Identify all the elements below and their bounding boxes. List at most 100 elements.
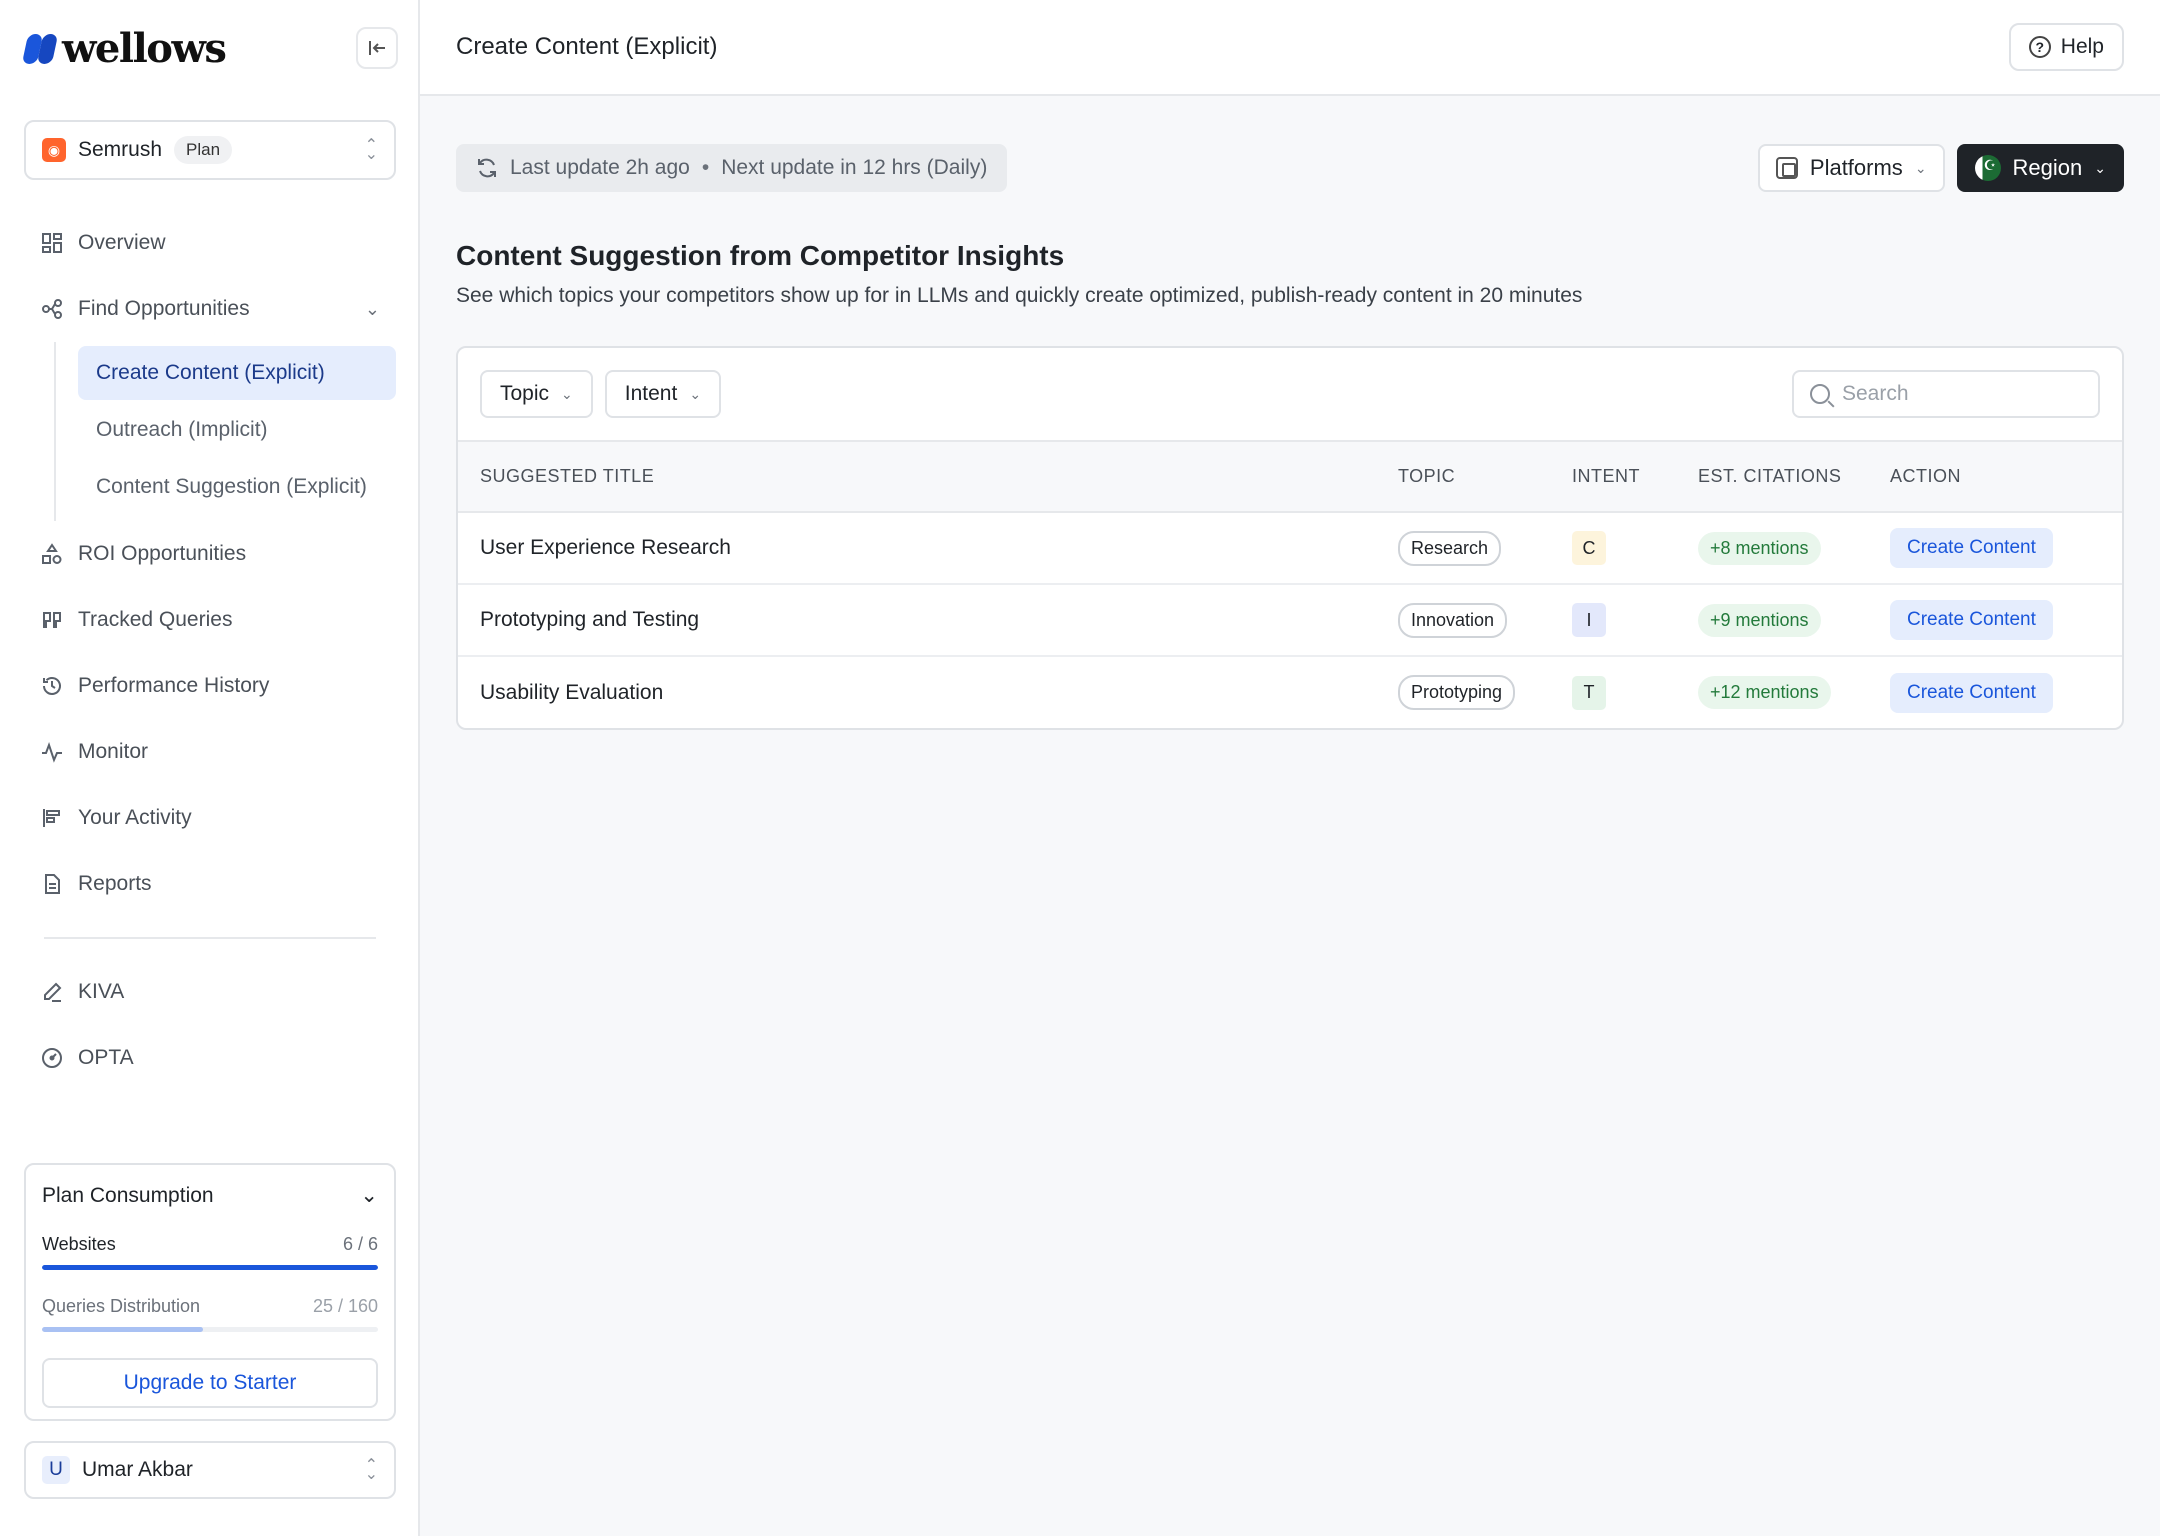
chevron-updown-icon: ⌃ ⌄ [364, 137, 378, 163]
plan-consumption-header[interactable]: Plan Consumption ⌄ [42, 1183, 378, 1208]
sidebar-item-tracked-queries[interactable]: Tracked Queries [24, 587, 396, 653]
sidebar-item-your-activity[interactable]: Your Activity [24, 785, 396, 851]
queries-row: Queries Distribution 25 / 160 [42, 1296, 378, 1317]
upgrade-button[interactable]: Upgrade to Starter [42, 1358, 378, 1408]
sidebar-nav: Overview Find Opportunities ⌄ Create Con… [24, 210, 396, 1091]
search-input[interactable] [1842, 382, 2062, 406]
avatar: U [42, 1456, 70, 1484]
filter-row: Topic ⌄ Intent ⌄ [458, 348, 2122, 442]
sidebar-item-content-suggestion[interactable]: Content Suggestion (Explicit) [78, 460, 396, 514]
row-title: Usability Evaluation [480, 680, 664, 704]
topic-filter-label: Topic [500, 382, 550, 405]
queries-label: Queries Distribution [42, 1296, 201, 1316]
sidebar-item-label: OPTA [78, 1046, 134, 1069]
chevron-down-icon: ⌄ [561, 385, 573, 402]
chevron-down-icon: ⌄ [2094, 159, 2106, 176]
last-update-text: Last update 2h ago [510, 156, 690, 179]
semrush-icon: ◉ [42, 138, 66, 162]
region-dropdown[interactable]: Region ⌄ [1956, 144, 2124, 192]
sidebar-item-overview[interactable]: Overview [24, 210, 396, 276]
sidebar-item-label: Overview [78, 231, 166, 254]
status-separator: • [701, 156, 710, 179]
sidebar-item-reports[interactable]: Reports [24, 851, 396, 917]
create-content-button[interactable]: Create Content [1890, 600, 2053, 640]
intent-tag: T [1572, 675, 1606, 710]
sidebar-item-performance-history[interactable]: Performance History [24, 653, 396, 719]
platforms-dropdown[interactable]: Platforms ⌄ [1757, 144, 1945, 192]
gauge-icon [40, 1046, 64, 1070]
citations-badge: +8 mentions [1698, 531, 1821, 565]
websites-progress-bar [42, 1265, 378, 1270]
suggestions-table: SUGGESTED TITLE TOPIC INTENT EST. CITATI… [458, 442, 2122, 728]
help-circle-icon: ? [2028, 36, 2051, 58]
header-action: ACTION [1890, 442, 2122, 513]
websites-label: Websites [42, 1234, 116, 1254]
header-intent[interactable]: INTENT [1572, 442, 1698, 513]
row-title: Prototyping and Testing [458, 584, 1398, 657]
shapes-icon [40, 542, 64, 566]
help-button[interactable]: ? Help [2008, 23, 2124, 71]
plan-title: Plan Consumption [42, 1183, 214, 1207]
header-topic[interactable]: TOPIC [1398, 442, 1572, 513]
sidebar-item-outreach[interactable]: Outreach (Implicit) [78, 403, 396, 457]
chevron-down-icon: ⌄ [364, 298, 380, 319]
header-suggested-title[interactable]: SUGGESTED TITLE [458, 442, 1398, 513]
pen-icon [40, 980, 64, 1004]
create-content-button[interactable]: Create Content [1890, 672, 2053, 713]
sidebar-item-opta[interactable]: OPTA [24, 1025, 396, 1091]
table-row: User Experience Research Research C +8 m… [458, 512, 2122, 585]
create-content-button[interactable]: Create Content [1890, 528, 2053, 568]
top-controls: Platforms ⌄ Region ⌄ [1757, 144, 2124, 192]
websites-progress-fill [42, 1265, 378, 1270]
activity-pulse-icon [40, 740, 64, 764]
search-icon [1810, 384, 1830, 404]
header-citations[interactable]: EST. CITATIONS [1698, 442, 1890, 513]
intent-filter-label: Intent [624, 382, 678, 405]
sidebar-item-find-opportunities[interactable]: Find Opportunities ⌄ [24, 276, 396, 342]
sidebar-item-label: KIVA [78, 980, 125, 1003]
queries-progress-bar [42, 1327, 378, 1332]
sidebar-item-label: Your Activity [78, 806, 192, 829]
sidebar-divider [44, 937, 376, 939]
sidebar-item-monitor[interactable]: Monitor [24, 719, 396, 785]
platforms-label: Platforms [1809, 155, 1903, 180]
sidebar-item-label: Performance History [78, 674, 270, 697]
websites-row: Websites 6 / 6 [42, 1234, 378, 1255]
queries-progress-fill [42, 1327, 204, 1332]
topic-tag: Research [1398, 530, 1502, 566]
plan-consumption-card: Plan Consumption ⌄ Websites 6 / 6 Querie… [24, 1163, 396, 1421]
topic-tag: Prototyping [1398, 675, 1516, 710]
intent-filter[interactable]: Intent ⌄ [604, 370, 722, 418]
status-row: Last update 2h ago • Next update in 12 h… [456, 144, 2124, 192]
refresh-icon [478, 158, 496, 178]
section-subtitle: See which topics your competitors show u… [456, 284, 1583, 307]
chip-icon [1775, 157, 1798, 179]
region-label: Region [2012, 155, 2083, 180]
topic-tag: Innovation [1398, 602, 1508, 638]
websites-value: 6 / 6 [342, 1234, 378, 1254]
sidebar: wellows ◉ Semrush Plan ⌃ ⌄ Overview Find … [0, 0, 420, 1536]
collapse-sidebar-button[interactable] [356, 27, 398, 69]
topic-filter[interactable]: Topic ⌄ [480, 370, 593, 418]
user-name: Umar Akbar [82, 1458, 193, 1481]
chevron-down-icon: ⌄ [1914, 159, 1927, 176]
quote-icon [40, 608, 64, 632]
find-opportunities-subnav: Create Content (Explicit) Outreach (Impl… [54, 342, 396, 521]
workspace-name: Semrush [78, 138, 163, 161]
wellows-logo-icon [21, 30, 59, 66]
chevron-down-icon: ⌄ [360, 1184, 378, 1207]
intent-tag: I [1572, 603, 1606, 637]
citations-badge: +12 mentions [1698, 676, 1831, 709]
sidebar-item-label: Reports [78, 872, 152, 895]
workspace-selector[interactable]: ◉ Semrush Plan ⌃ ⌄ [24, 120, 396, 180]
main-area: Create Content (Explicit) ? Help Last up… [420, 0, 2160, 1536]
pakistan-flag-icon [1974, 155, 2001, 181]
sidebar-item-create-content[interactable]: Create Content (Explicit) [78, 346, 396, 400]
sidebar-item-kiva[interactable]: KIVA [24, 959, 396, 1025]
row-title: User Experience Research [458, 512, 1398, 585]
sidebar-item-roi-opportunities[interactable]: ROI Opportunities [24, 521, 396, 587]
user-selector[interactable]: U Umar Akbar ⌃ ⌄ [24, 1441, 396, 1499]
brand-logo[interactable]: wellows [21, 25, 227, 72]
search-box [1792, 370, 2100, 418]
topbar: Create Content (Explicit) ? Help [420, 0, 2160, 96]
